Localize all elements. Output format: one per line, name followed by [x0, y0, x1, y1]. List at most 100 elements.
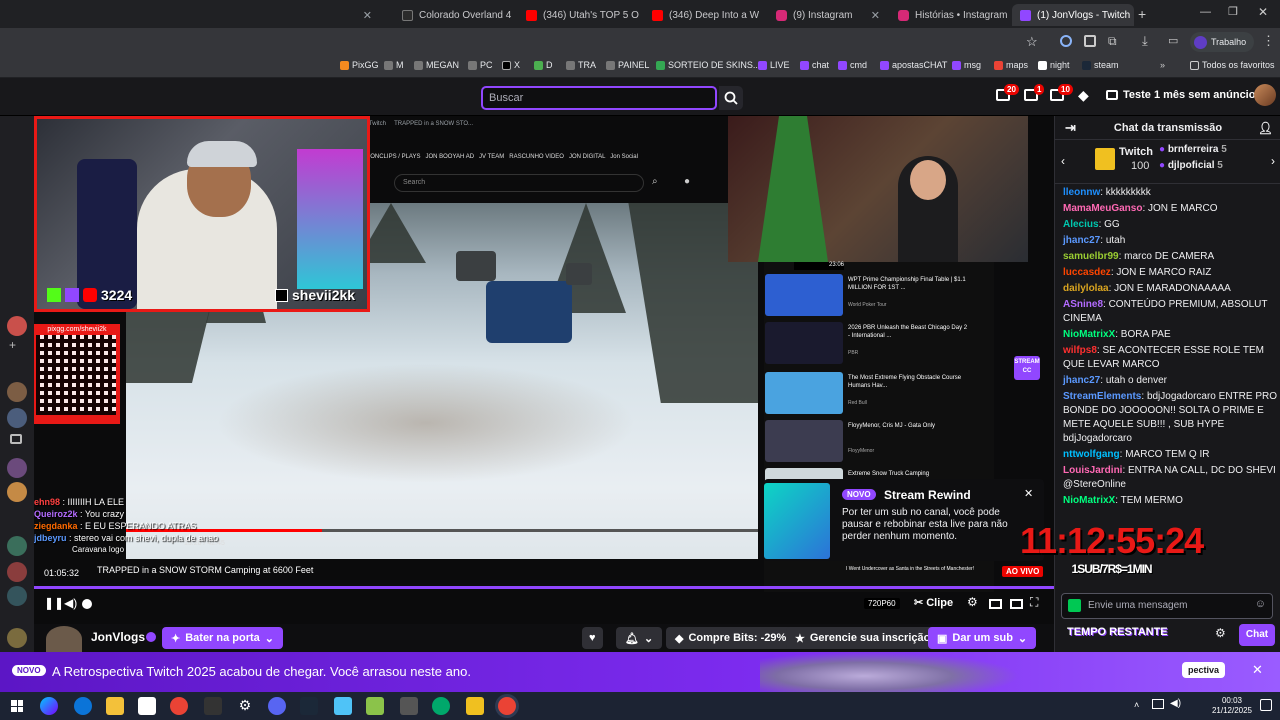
tab-1[interactable]: (346) Utah's TOP 5 O✕: [518, 4, 640, 26]
clip-button[interactable]: ✂ Clipe: [914, 596, 953, 610]
notifications-button[interactable]: 🔔︎ ⌄: [616, 627, 663, 649]
tab-0[interactable]: Colorado Overland 4✕: [394, 4, 514, 26]
store-icon[interactable]: [138, 697, 156, 715]
chat-username[interactable]: NioMatrixX: [1063, 329, 1115, 340]
chat-username[interactable]: StreamElements: [1063, 391, 1141, 402]
search-input[interactable]: Buscar: [481, 86, 717, 110]
turbo-button[interactable]: Teste 1 mês sem anúncios: [1106, 89, 1262, 101]
calculator-icon[interactable]: [400, 697, 418, 715]
rec-video-item[interactable]: WPT Prime Championship Final Table | $1.…: [764, 272, 994, 318]
add-channel-icon[interactable]: +: [9, 338, 16, 352]
chat-username[interactable]: jhanc27: [1063, 235, 1100, 246]
app-icon[interactable]: [204, 697, 222, 715]
channel-avatar[interactable]: [7, 536, 27, 556]
collapse-arrow-icon[interactable]: ⇥: [1065, 116, 1076, 140]
rec-video-item[interactable]: 2026 PBR Unleash the Beast Chicago Day 2…: [764, 320, 994, 366]
chat-input[interactable]: Envie uma mensagem ☺: [1061, 593, 1273, 619]
bookmark-item[interactable]: PixGG: [340, 60, 379, 70]
tab-2[interactable]: (346) Deep Into a W ✕: [644, 4, 766, 26]
stream-video[interactable]: (5) JonVlogs - Twitch TRAPPED in a SNOW …: [34, 116, 1054, 624]
chat-username[interactable]: dailylolaa: [1063, 283, 1109, 294]
channel-avatar[interactable]: [7, 628, 27, 648]
bookmark-item[interactable]: MEGAN: [414, 60, 459, 70]
bookmark-star-icon[interactable]: ☆: [1026, 34, 1038, 50]
tray-overflow-icon[interactable]: ˄: [1134, 700, 1139, 710]
raid-button[interactable]: ✦ Bater na porta ⌄: [162, 627, 284, 649]
chat-username[interactable]: samuelbr99: [1063, 251, 1119, 262]
notification-icon[interactable]: [1260, 699, 1272, 711]
users-icon[interactable]: 👤︎: [1258, 116, 1273, 140]
cast-icon[interactable]: [1084, 35, 1096, 47]
menu-kebab-icon[interactable]: ⋮: [1262, 33, 1275, 49]
chat-username[interactable]: luccasdez: [1063, 267, 1111, 278]
bookmark-item[interactable]: maps: [994, 60, 1028, 70]
buy-bits-button[interactable]: ◆ Compre Bits: -29%: [666, 627, 796, 649]
avatar[interactable]: [1254, 84, 1276, 106]
chat-send-button[interactable]: Chat: [1239, 624, 1275, 646]
rec-video-item[interactable]: FloyyMenor, Cris MJ - Gata Only FloyyMeno…: [764, 418, 994, 464]
bookmark-item[interactable]: X: [502, 60, 520, 70]
tab-search-icon[interactable]: ▭: [1168, 34, 1178, 47]
collapse-chat-icon[interactable]: [1010, 599, 1023, 609]
theatre-mode-icon[interactable]: [989, 599, 1002, 609]
bookmark-item[interactable]: night: [1038, 60, 1070, 70]
bookmark-item[interactable]: M: [384, 60, 404, 70]
retrospective-cta-button[interactable]: pectiva: [1182, 662, 1226, 678]
bookmark-item[interactable]: apostasCHAT: [880, 60, 947, 70]
discord-icon[interactable]: [268, 697, 286, 715]
app-icon[interactable]: [432, 697, 450, 715]
bookmark-item[interactable]: PC: [468, 60, 493, 70]
channel-avatar[interactable]: [7, 382, 27, 402]
close-icon[interactable]: ✕: [765, 9, 766, 22]
emote-icon[interactable]: ☺: [1255, 598, 1266, 610]
bits-icon[interactable]: ◆: [1078, 87, 1089, 104]
edge-icon[interactable]: [74, 697, 92, 715]
tab-partial[interactable]: ✕: [340, 4, 380, 26]
stream-cc-badge[interactable]: STREAM CC: [1014, 356, 1040, 380]
volume-icon[interactable]: ◀): [64, 596, 77, 610]
chat-username[interactable]: wilfps8: [1063, 345, 1097, 356]
copilot-icon[interactable]: [40, 697, 58, 715]
close-icon[interactable]: ✕: [1252, 662, 1263, 678]
settings-gear-icon[interactable]: ⚙: [1215, 626, 1226, 640]
app-icon[interactable]: [466, 697, 484, 715]
chat-username[interactable]: ASnine8: [1063, 299, 1103, 310]
network-icon[interactable]: [1152, 699, 1164, 709]
profile-button[interactable]: Trabalho: [1190, 32, 1255, 52]
app-icon[interactable]: [334, 697, 352, 715]
tab-3[interactable]: (9) Instagram ✕: [768, 4, 888, 26]
channel-avatar[interactable]: [7, 458, 27, 478]
download-icon[interactable]: ⤓: [1142, 33, 1148, 49]
system-clock[interactable]: 00:03 21/12/2025: [1212, 696, 1252, 716]
app-icon[interactable]: [366, 697, 384, 715]
channel-points-icon[interactable]: [1068, 599, 1081, 612]
bookmark-item[interactable]: D: [534, 60, 553, 70]
follow-heart-button[interactable]: ♥: [582, 627, 603, 649]
bookmark-item[interactable]: msg: [952, 60, 981, 70]
minimize-icon[interactable]: —: [1200, 6, 1211, 18]
tab-5-active[interactable]: (1) JonVlogs - Twitch✕: [1012, 4, 1134, 26]
close-icon[interactable]: ✕: [871, 9, 880, 22]
bookmark-item[interactable]: PAINEL: [606, 60, 649, 70]
bookmarks-overflow-icon[interactable]: »: [1160, 60, 1165, 70]
search-button[interactable]: [719, 86, 743, 110]
avatar[interactable]: [46, 626, 82, 652]
bookmark-item[interactable]: chat: [800, 60, 829, 70]
volume-slider-handle[interactable]: [82, 599, 92, 609]
channel-avatar[interactable]: [7, 316, 27, 336]
window-close-icon[interactable]: ✕: [1258, 5, 1268, 19]
manage-sub-button[interactable]: ★ Gerencie sua inscrição: [786, 627, 940, 649]
bookmark-item[interactable]: SORTEIO DE SKINS...: [656, 60, 760, 70]
chat-username[interactable]: nttwolfgang: [1063, 449, 1120, 460]
extensions-puzzle-icon[interactable]: ⧉: [1108, 34, 1117, 49]
channel-avatar[interactable]: [7, 482, 27, 502]
chevron-left-icon[interactable]: ‹: [1061, 154, 1065, 168]
chat-username[interactable]: Alecius: [1063, 219, 1099, 230]
video-icon[interactable]: [10, 434, 22, 444]
volume-icon[interactable]: ◀): [1170, 698, 1181, 709]
maximize-icon[interactable]: ❐: [1228, 5, 1238, 18]
close-icon[interactable]: ✕: [1024, 487, 1033, 500]
chevron-right-icon[interactable]: ›: [1271, 154, 1275, 168]
file-explorer-icon[interactable]: [106, 697, 124, 715]
bookmark-item[interactable]: TRA: [566, 60, 596, 70]
